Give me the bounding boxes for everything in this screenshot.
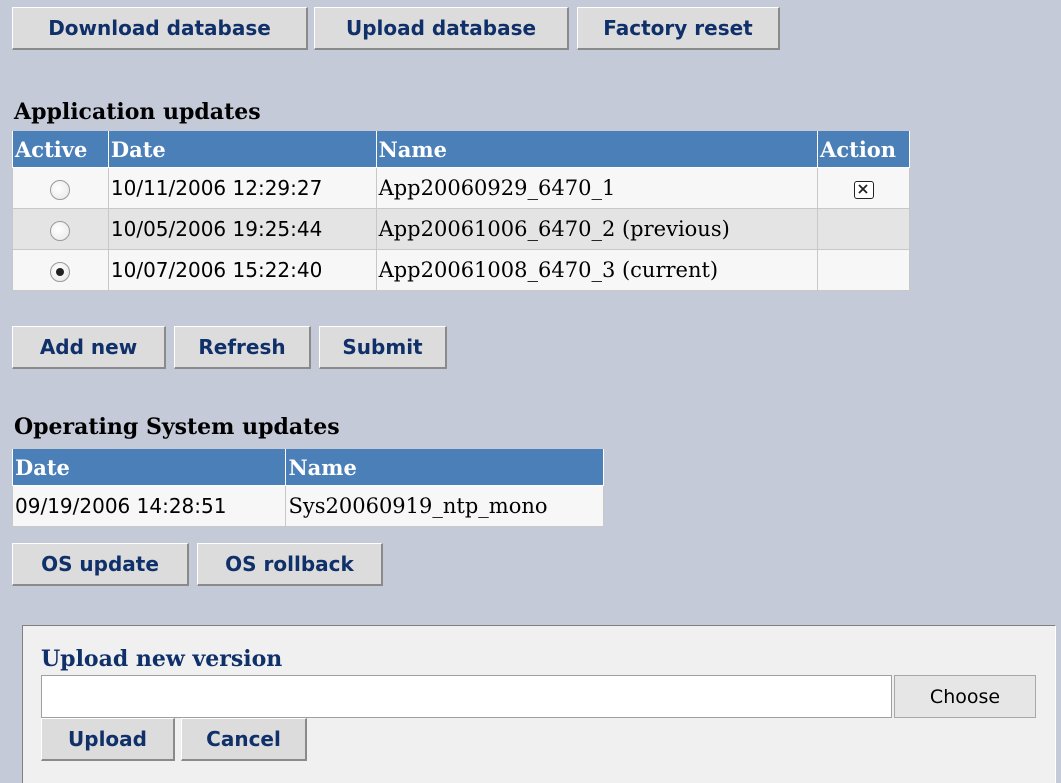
date-cell: 10/11/2006 12:29:27 [107,167,377,209]
table-row: 10/07/2006 15:22:40 App20061008_6470_3 (… [12,249,910,291]
column-header-active[interactable]: Active [12,131,109,168]
name-cell: Sys20060919_ntp_mono [285,485,604,527]
column-header-name[interactable]: Name [285,449,604,486]
add-new-button[interactable]: Add new [12,326,166,369]
action-cell [817,167,910,209]
active-radio[interactable] [50,220,71,241]
download-database-button[interactable]: Download database [12,7,308,50]
name-cell: App20061008_6470_3 (current) [375,249,819,291]
upload-database-button[interactable]: Upload database [314,7,569,50]
submit-button[interactable]: Submit [319,326,447,369]
application-updates-table: Active Date Name Action 10/11/2006 12:29… [12,131,910,291]
upload-new-version-panel: Upload new version Choose Upload Cancel [22,625,1056,783]
os-updates-title: Operating System updates [14,414,340,440]
active-cell [12,249,109,291]
date-cell: 10/07/2006 15:22:40 [107,249,377,291]
table-row: 09/19/2006 14:28:51 Sys20060919_ntp_mono [11,485,604,527]
column-header-date[interactable]: Date [11,449,287,486]
column-header-date[interactable]: Date [107,131,377,168]
action-cell [817,208,910,250]
action-cell [817,249,910,291]
table-header-row: Active Date Name Action [12,131,910,168]
delete-icon[interactable] [853,180,874,199]
factory-reset-button[interactable]: Factory reset [577,7,780,50]
table-header-row: Date Name [11,449,604,486]
upload-button[interactable]: Upload [41,718,175,761]
os-updates-table: Date Name 09/19/2006 14:28:51 Sys2006091… [11,449,604,527]
upload-panel-title: Upload new version [41,646,283,672]
column-header-action[interactable]: Action [817,131,910,168]
date-cell: 09/19/2006 14:28:51 [11,485,287,527]
name-cell: App20060929_6470_1 [375,167,819,209]
table-row: 10/11/2006 12:29:27 App20060929_6470_1 [12,167,910,209]
file-path-input[interactable] [41,675,892,718]
active-cell [12,208,109,250]
os-update-button[interactable]: OS update [12,543,189,586]
cancel-button[interactable]: Cancel [181,718,307,761]
name-cell: App20061006_6470_2 (previous) [375,208,819,250]
active-cell [12,167,109,209]
active-radio[interactable] [50,179,71,200]
os-rollback-button[interactable]: OS rollback [197,543,383,586]
choose-file-button[interactable]: Choose [894,675,1036,718]
date-cell: 10/05/2006 19:25:44 [107,208,377,250]
application-updates-title: Application updates [14,99,261,125]
column-header-name[interactable]: Name [375,131,819,168]
active-radio-selected[interactable] [50,261,71,282]
refresh-button[interactable]: Refresh [174,326,311,369]
table-row: 10/05/2006 19:25:44 App20061006_6470_2 (… [12,208,910,250]
